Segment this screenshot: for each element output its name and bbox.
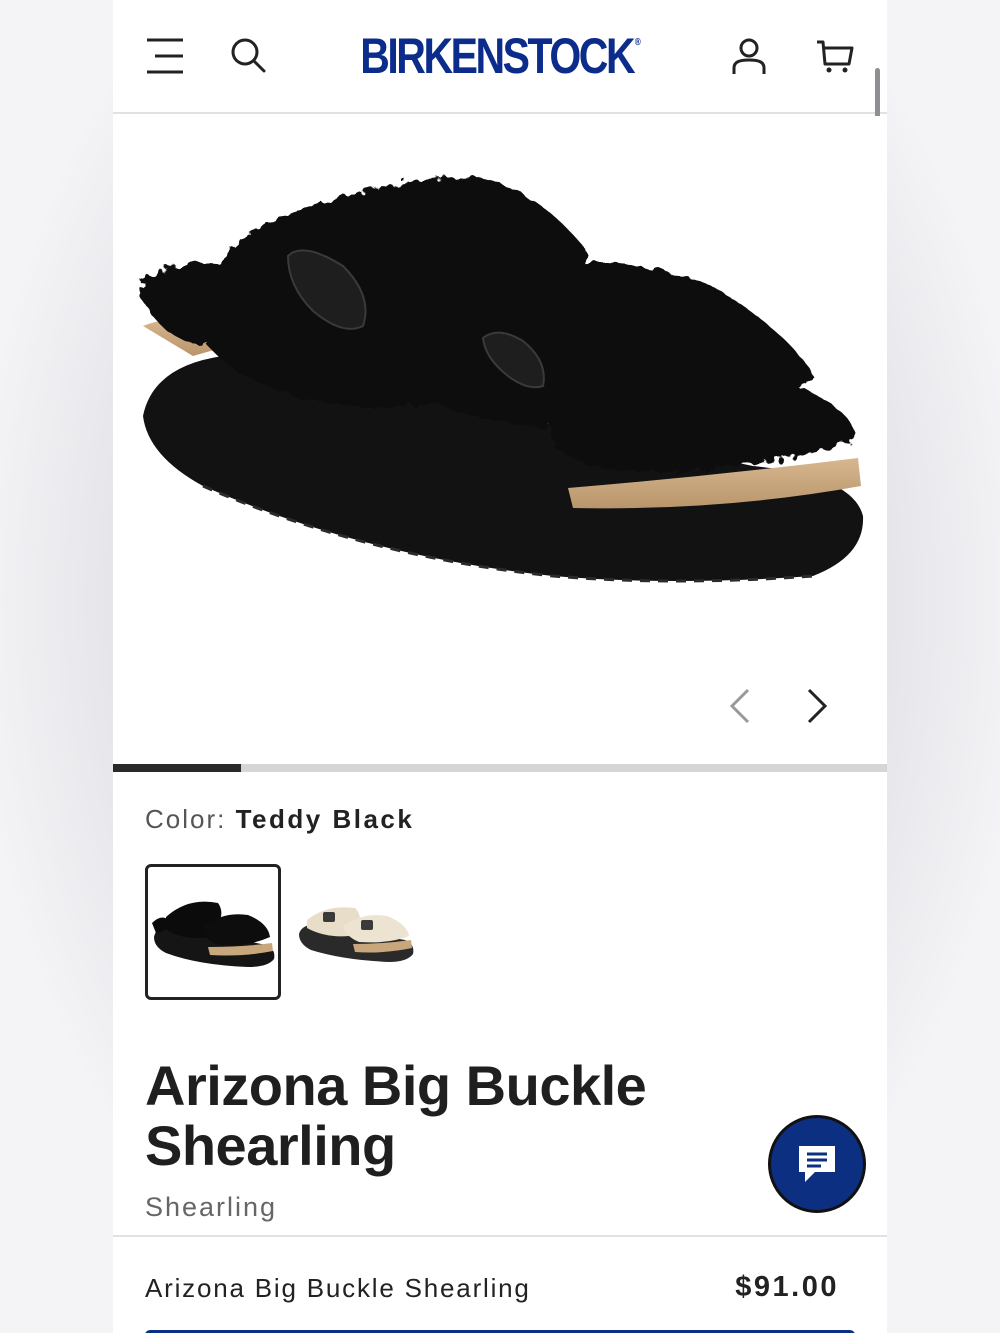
account-icon (732, 38, 766, 74)
product-image (138, 176, 864, 583)
chat-button[interactable] (768, 1115, 866, 1213)
sticky-product-price: $91.00 (735, 1271, 839, 1303)
color-label-row: Color: Teddy Black (145, 804, 414, 835)
brand-logo[interactable]: BIRKENSTOCK ® (360, 26, 641, 86)
chevron-right-icon (807, 688, 828, 724)
cart-icon (817, 40, 854, 73)
swatch-image-cream-sandal (299, 907, 414, 962)
chat-icon (799, 1146, 835, 1182)
menu-icon (147, 38, 183, 74)
site-header: BIRKENSTOCK ® (113, 0, 887, 114)
search-button[interactable] (227, 34, 271, 78)
product-title: Arizona Big Buckle Shearling (145, 1054, 647, 1177)
search-icon (231, 38, 266, 73)
product-image-gallery[interactable] (113, 116, 887, 764)
color-swatch-teddy-black[interactable] (145, 864, 281, 1000)
color-label: Color: (145, 804, 227, 834)
gallery-progress-track (113, 764, 887, 772)
account-button[interactable] (727, 34, 771, 78)
sticky-product-name: Arizona Big Buckle Shearling (145, 1273, 531, 1303)
sticky-purchase-bar: Arizona Big Buckle Shearling $91.00 (113, 1235, 887, 1333)
cart-button[interactable] (813, 34, 857, 78)
brand-logo-text: BIRKENSTOCK (360, 28, 635, 84)
gallery-progress-fill (113, 764, 242, 772)
swatch-image-black-sandal (152, 901, 275, 967)
phone-screen: BIRKENSTOCK ® Color: Teddy Black Arizona… (113, 0, 887, 1333)
color-value: Teddy Black (235, 804, 415, 834)
chevron-left-icon (729, 688, 750, 724)
gallery-next-button[interactable] (805, 686, 845, 736)
color-swatch-teddy-eggshell[interactable] (293, 864, 429, 1000)
product-material: Shearling (145, 1192, 278, 1222)
gallery-prev-button[interactable] (728, 686, 768, 736)
registered-mark: ® (634, 36, 641, 48)
menu-button[interactable] (143, 34, 187, 78)
